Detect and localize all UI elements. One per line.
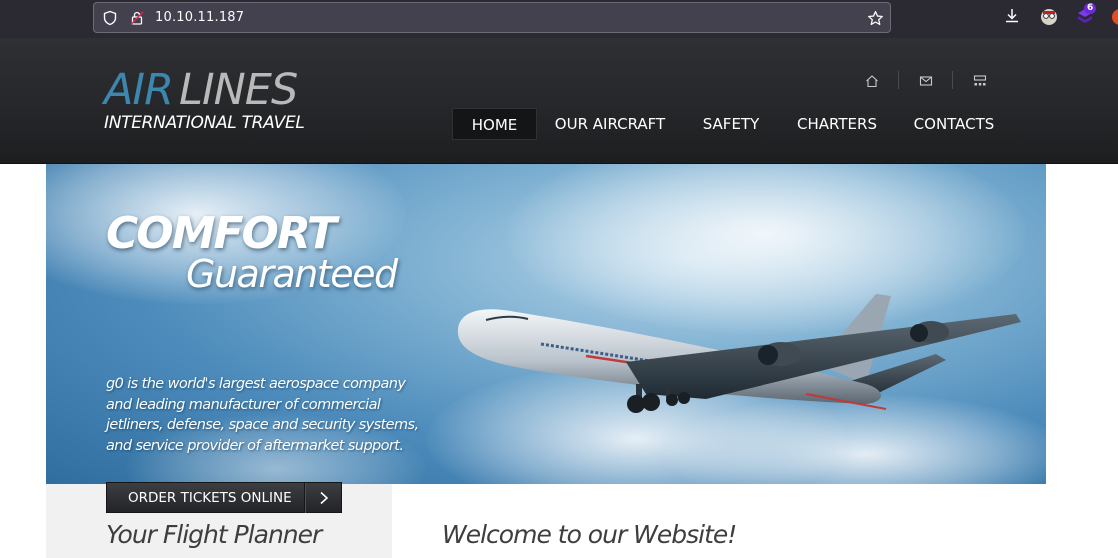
- logo-lines: LINES: [178, 65, 298, 115]
- welcome-title: Welcome to our Website!: [442, 520, 737, 549]
- nav-charters[interactable]: CHARTERS: [795, 108, 879, 140]
- menu-partial-icon[interactable]: [1110, 7, 1118, 27]
- browser-toolbar: 10.10.11.187 6: [0, 0, 1118, 38]
- utility-divider: [898, 71, 899, 89]
- nav-home[interactable]: HOME: [452, 108, 537, 140]
- bookmark-star-icon[interactable]: [867, 10, 883, 26]
- url-text[interactable]: 10.10.11.187: [155, 10, 244, 25]
- airplane-image: [457, 294, 1021, 413]
- hero-description: g0 is the world's largest aerospace comp…: [106, 376, 419, 454]
- logo[interactable]: AIR LINES: [104, 65, 298, 115]
- hero-subtitle: Guaranteed: [186, 252, 398, 296]
- order-tickets-button[interactable]: ORDER TICKETS ONLINE: [106, 482, 342, 513]
- lock-icon[interactable]: [129, 10, 145, 26]
- button-divider: [304, 483, 305, 513]
- mail-icon[interactable]: [919, 73, 933, 87]
- site-header: AIR LINES INTERNATIONAL TRAVEL HOME OUR A…: [0, 38, 1118, 164]
- download-icon[interactable]: [1003, 7, 1023, 27]
- flight-planner-title: Your Flight Planner: [106, 520, 322, 549]
- order-tickets-label: ORDER TICKETS ONLINE: [128, 490, 292, 506]
- shield-icon[interactable]: [102, 10, 118, 26]
- hero-banner: COMFORT Guaranteed g0 is the world's lar…: [46, 164, 1046, 484]
- profile-icon[interactable]: [1039, 7, 1059, 27]
- home-icon[interactable]: [865, 73, 879, 88]
- nav-contacts[interactable]: CONTACTS: [911, 108, 997, 140]
- extension-badge: 6: [1084, 3, 1097, 14]
- logo-subtitle: INTERNATIONAL TRAVEL: [104, 113, 305, 133]
- utility-divider: [952, 71, 953, 89]
- logo-air: AIR: [104, 65, 174, 115]
- sitemap-icon[interactable]: [973, 73, 987, 87]
- chevron-right-icon: [317, 490, 331, 506]
- address-bar[interactable]: 10.10.11.187: [93, 2, 891, 33]
- nav-safety[interactable]: SAFETY: [699, 108, 763, 140]
- nav-our-aircraft[interactable]: OUR AIRCRAFT: [552, 108, 668, 140]
